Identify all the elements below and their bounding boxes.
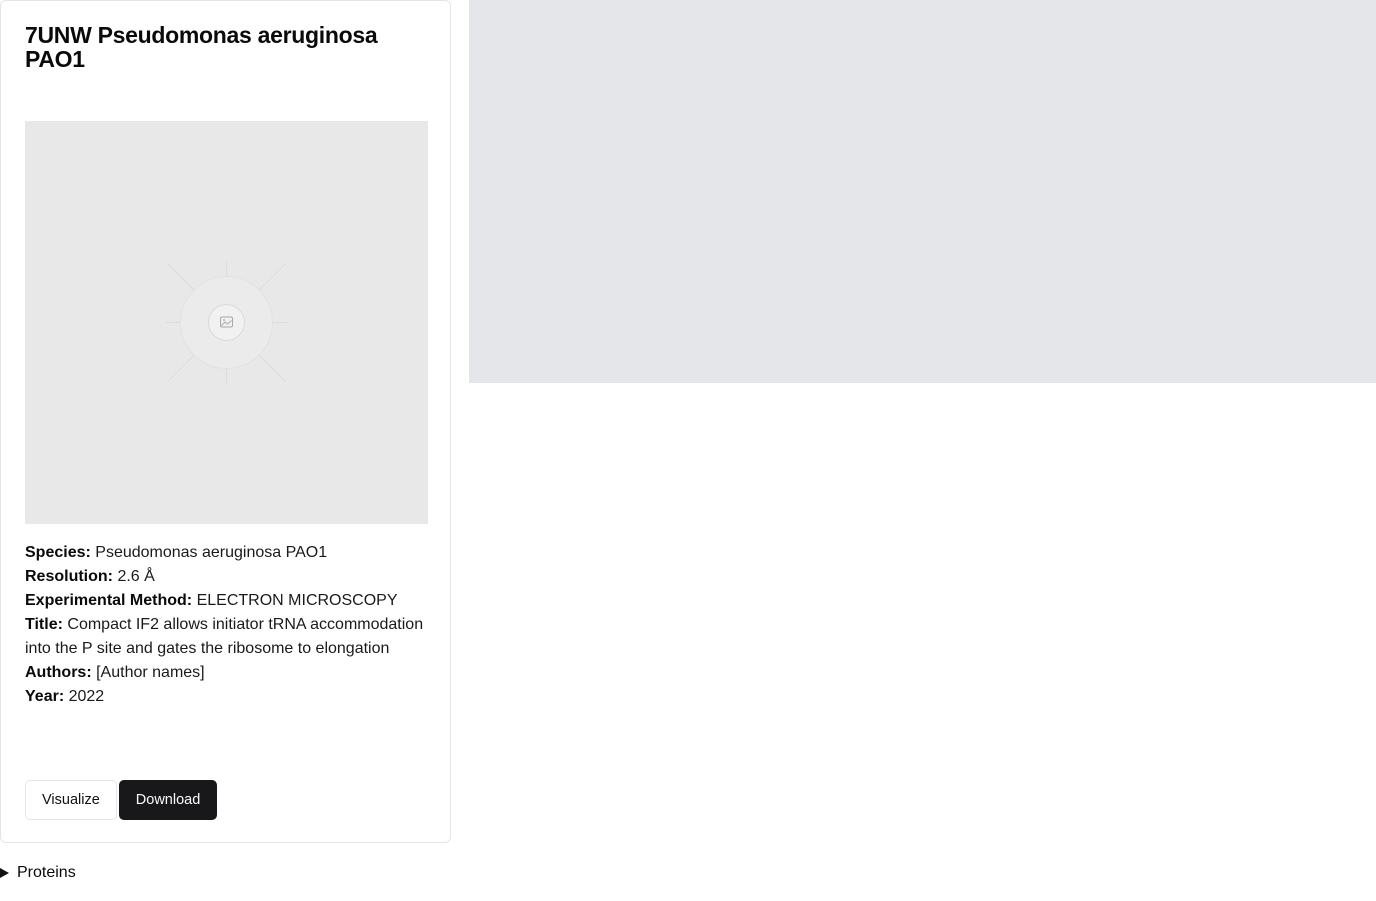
disclosure-triangle-icon (0, 868, 9, 878)
download-button[interactable]: Download (118, 780, 218, 820)
method-label: Experimental Method: (25, 592, 193, 609)
structure-title: 7UNW Pseudomonas aeruginosa PAO1 (25, 22, 378, 72)
card-actions: Visualize Download (25, 780, 218, 820)
year-label: Year: (25, 688, 65, 705)
image-placeholder-icon (166, 262, 287, 383)
resolution-value: 2.6 Å (117, 568, 155, 585)
proteins-label: Proteins (17, 864, 76, 881)
structure-metadata: Species: Pseudomonas aeruginosa PAO1 Res… (25, 541, 425, 709)
method-row: Experimental Method: ELECTRON MICROSCOPY (25, 589, 425, 613)
species-label: Species: (25, 544, 91, 561)
structure-viewer[interactable] (469, 0, 1376, 383)
species-row: Species: Pseudomonas aeruginosa PAO1 (25, 541, 425, 565)
year-row: Year: 2022 (25, 685, 425, 709)
structure-card: 7UNW Pseudomonas aeruginosa PAO1 Species… (0, 0, 451, 843)
authors-row: Authors: [Author names] (25, 661, 425, 685)
year-value: 2022 (68, 688, 105, 705)
method-value: ELECTRON MICROSCOPY (196, 592, 398, 609)
visualize-button[interactable]: Visualize (25, 780, 117, 820)
authors-value: [Author names] (96, 664, 205, 681)
resolution-label: Resolution: (25, 568, 113, 585)
publication-title-row: Title: Compact IF2 allows initiator tRNA… (25, 613, 425, 661)
structure-thumbnail (25, 121, 428, 524)
proteins-toggle[interactable]: Proteins (0, 862, 76, 884)
resolution-row: Resolution: 2.6 Å (25, 565, 425, 589)
authors-label: Authors: (25, 664, 92, 681)
publication-title-value: Compact IF2 allows initiator tRNA accomm… (25, 616, 424, 657)
species-value: Pseudomonas aeruginosa PAO1 (95, 544, 328, 561)
publication-title-label: Title: (25, 616, 63, 633)
